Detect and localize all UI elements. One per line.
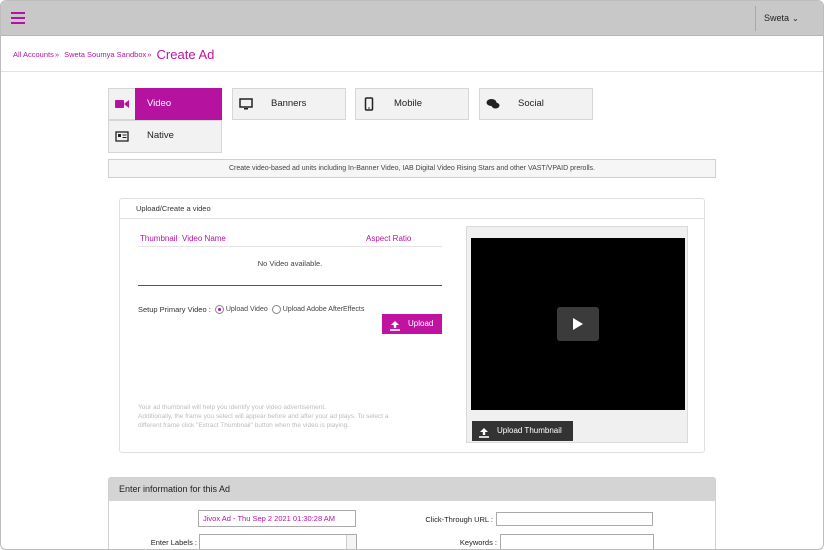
chat-bubbles-icon	[480, 89, 506, 119]
user-name: Sweta	[764, 13, 790, 23]
tab-native[interactable]: Native	[108, 120, 222, 153]
chevron-down-icon: ⌄	[792, 14, 799, 23]
tab-mobile-label: Mobile	[394, 98, 422, 109]
setup-label: Setup Primary Video :	[138, 305, 211, 314]
upload-icon	[479, 426, 489, 446]
hint-line: Additionally, the frame you select will …	[138, 413, 389, 420]
radio-upload-aftereffects[interactable]	[271, 305, 281, 314]
breadcrumb: All Accounts» Sweta Soumya Sandbox» Crea…	[13, 47, 214, 63]
ad-info-panel: Enter information for this Ad Name : Cli…	[108, 477, 716, 549]
hint-line: different frame click "Extract Thumbnail…	[138, 422, 350, 429]
play-icon[interactable]	[557, 307, 599, 341]
column-video-name: Video Name	[182, 234, 226, 243]
hint-line: Your ad thumbnail will help you identify…	[138, 404, 327, 411]
tab-banners-label: Banners	[271, 98, 307, 109]
column-thumbnail: Thumbnail	[140, 234, 178, 243]
video-table-header: Thumbnail Video Name Aspect Ratio	[138, 233, 442, 247]
tab-social-label: Social	[518, 98, 544, 109]
breadcrumb-sandbox[interactable]: Sweta Soumya Sandbox	[64, 50, 146, 59]
tab-social[interactable]: Social	[479, 88, 593, 120]
divider	[138, 285, 442, 286]
column-aspect-ratio: Aspect Ratio	[366, 234, 412, 243]
setup-primary-video: Setup Primary Video : Upload Video Uploa…	[138, 305, 364, 314]
mobile-phone-icon	[356, 89, 382, 119]
tab-banners[interactable]: Banners	[232, 88, 346, 120]
user-menu[interactable]: Sweta ⌄	[755, 6, 823, 31]
tab-video-label: Video	[147, 98, 172, 109]
upload-button[interactable]: Upload	[382, 314, 442, 334]
page-title: Create Ad	[156, 47, 215, 62]
video-camera-icon	[109, 89, 135, 119]
upload-panel-title: Upload/Create a video	[120, 199, 704, 219]
thumbnail-hint: Your ad thumbnail will help you identify…	[138, 403, 428, 430]
ad-name-field[interactable]	[198, 510, 356, 527]
breadcrumb-all-accounts[interactable]: All Accounts	[13, 50, 54, 59]
app-window: Sweta ⌄ All Accounts» Sweta Soumya Sandbo…	[0, 0, 824, 550]
upload-thumbnail-label: Upload Thumbnail	[497, 426, 562, 435]
id-card-icon	[109, 121, 135, 151]
breadcrumb-separator: »	[54, 50, 60, 59]
tab-description: Create video-based ad units including In…	[108, 159, 716, 178]
tab-video[interactable]: Video	[108, 88, 222, 120]
upload-thumbnail-button[interactable]: Upload Thumbnail	[472, 421, 573, 441]
upload-video-panel: Upload/Create a video Thumbnail Video Na…	[119, 198, 705, 453]
labels-label: Enter Labels :	[150, 538, 197, 547]
upload-button-label: Upload	[408, 319, 434, 328]
empty-video-message: No Video available.	[257, 259, 323, 268]
click-through-url-field[interactable]	[496, 512, 653, 526]
monitor-icon	[233, 89, 259, 119]
video-player-container: Upload Thumbnail	[466, 226, 688, 443]
click-through-label: Click-Through URL :	[425, 515, 493, 524]
keywords-label: Keywords :	[459, 538, 497, 547]
tab-native-label: Native	[147, 130, 174, 141]
radio-upload-aftereffects-label[interactable]: Upload Adobe AfterEffects	[283, 306, 365, 313]
upload-icon	[390, 319, 400, 339]
divider	[1, 71, 823, 72]
hamburger-icon[interactable]	[11, 12, 25, 24]
keywords-field[interactable]	[500, 534, 654, 549]
labels-field-scroll[interactable]	[346, 535, 356, 549]
labels-field[interactable]	[199, 534, 357, 549]
ad-info-title: Enter information for this Ad	[109, 478, 715, 501]
radio-upload-video-label[interactable]: Upload Video	[226, 306, 268, 313]
video-player[interactable]	[471, 238, 685, 410]
tab-mobile[interactable]: Mobile	[355, 88, 469, 120]
breadcrumb-separator: »	[147, 50, 152, 59]
top-bar: Sweta ⌄	[1, 1, 823, 36]
radio-upload-video[interactable]	[214, 305, 224, 314]
